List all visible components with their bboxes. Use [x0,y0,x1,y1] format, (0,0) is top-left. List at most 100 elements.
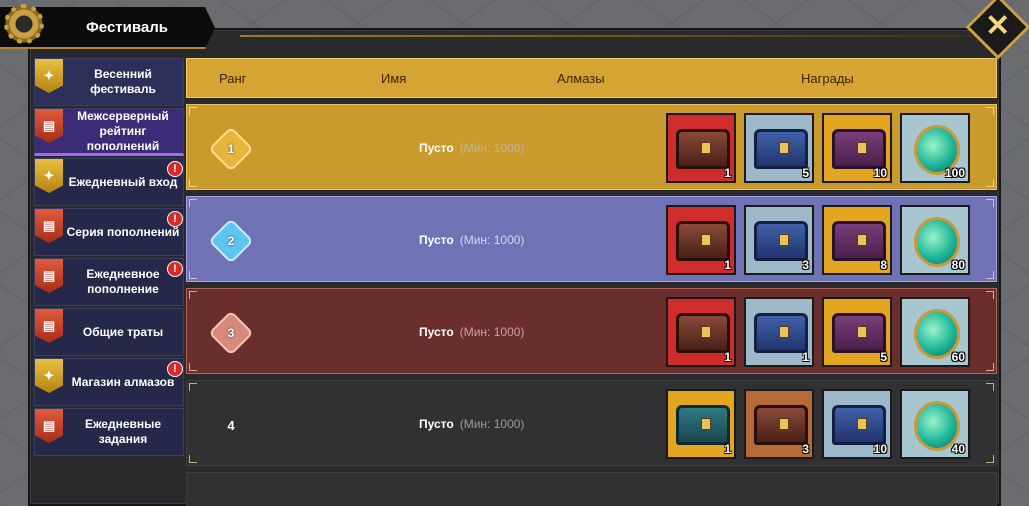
sidebar-item[interactable]: ▤ Межсерверный рейтинг пополнений [34,108,184,156]
sidebar-item[interactable]: ▤ Ежедневное пополнение! [34,258,184,306]
reward-quantity: 5 [880,350,887,364]
sidebar-item[interactable]: ▤ Ежедневные задания [34,408,184,456]
reward-quantity: 1 [802,350,809,364]
sidebar-item[interactable]: ✦ Весенний фестиваль [34,58,184,106]
reward-item[interactable]: 1 [744,297,814,367]
sidebar-item-label: Общие траты [82,324,164,339]
reward-item[interactable]: 5 [822,297,892,367]
table-row-partial [186,472,997,506]
row-corner-ornament [189,179,197,187]
row-corner-ornament [189,291,197,299]
gear-icon [0,0,48,48]
notification-badge: ! [167,361,183,377]
notification-badge: ! [167,261,183,277]
rank-number: 2 [227,234,235,248]
chest-icon [676,313,730,353]
rank-cell: 3 [208,310,254,356]
rewards-list: 1 3 10 40 [666,389,970,459]
chest-icon [754,405,808,445]
reward-item[interactable]: 3 [744,205,814,275]
reward-item[interactable]: 5 [744,113,814,183]
sidebar-item-label: Ежедневный вход [68,174,178,189]
reward-item[interactable]: 1 [666,113,736,183]
rank-cell: 1 [208,126,254,172]
row-corner-ornament [986,107,994,115]
chest-icon [676,405,730,445]
row-corner-ornament [189,199,197,207]
chest-icon [832,129,886,169]
reward-item[interactable]: 1 [666,205,736,275]
notification-badge: ! [167,211,183,227]
reward-quantity: 10 [873,166,887,180]
reward-item[interactable]: 8 [822,205,892,275]
sidebar-item[interactable]: ▤ Серия пополнений! [34,208,184,256]
row-corner-ornament [189,455,197,463]
player-name: Пусто [419,417,454,431]
reward-item[interactable]: 10 [822,113,892,183]
notification-badge: ! [167,161,183,177]
rank-cell: 2 [208,218,254,264]
min-requirement: (Мин: 1000) [459,141,525,155]
player-name: Пусто [419,233,454,247]
row-corner-ornament [189,271,197,279]
chest-icon [676,129,730,169]
event-icon: ✦ [35,159,63,193]
reward-item[interactable]: 10 [822,389,892,459]
row-corner-ornament [986,291,994,299]
reward-item[interactable]: 40 [900,389,970,459]
reward-quantity: 80 [951,258,965,272]
min-requirement: (Мин: 1000) [459,325,525,339]
event-icon: ▤ [35,309,63,343]
ranking-table: Ранг Имя Алмазы Награды 1 Пусто (Мин: 1000… [186,58,997,506]
col-diamonds: Алмазы [557,71,605,86]
col-rewards: Награды [801,71,854,86]
col-rank: Ранг [219,71,247,86]
sidebar-item-label: Ежедневное пополнение [86,267,160,296]
rank-number: 3 [227,326,235,340]
chest-icon [832,313,886,353]
chest-icon [832,405,886,445]
chest-icon [676,221,730,261]
row-corner-ornament [189,107,197,115]
row-corner-ornament [986,383,994,391]
reward-item[interactable]: 1 [666,389,736,459]
table-header: Ранг Имя Алмазы Награды [186,58,997,98]
reward-quantity: 5 [802,166,809,180]
rank-number: 1 [227,142,235,156]
reward-quantity: 40 [951,442,965,456]
player-name-cell: Пусто (Мин: 1000) [419,417,524,431]
reward-item[interactable]: 60 [900,297,970,367]
reward-quantity: 3 [802,258,809,272]
row-corner-ornament [986,179,994,187]
event-icon: ✦ [35,59,63,93]
row-corner-ornament [986,271,994,279]
title-divider [240,35,1000,37]
sidebar-item[interactable]: ✦ Магазин алмазов! [34,358,184,406]
event-icon: ✦ [35,359,63,393]
sidebar-item[interactable]: ✦ Ежедневный вход! [34,158,184,206]
min-requirement: (Мин: 1000) [459,417,525,431]
sidebar-item-label: Межсерверный рейтинг пополнений [77,108,169,153]
reward-quantity: 1 [724,350,731,364]
sidebar-item-label: Весенний фестиваль [90,67,156,96]
min-requirement: (Мин: 1000) [459,233,525,247]
player-name-cell: Пусто (Мин: 1000) [419,233,524,247]
reward-quantity: 1 [724,166,731,180]
table-row: 3 Пусто (Мин: 1000) 1 1 5 60 [186,288,997,374]
table-row: 2 Пусто (Мин: 1000) 1 3 8 80 [186,196,997,282]
reward-item[interactable]: 3 [744,389,814,459]
reward-item[interactable]: 1 [666,297,736,367]
player-name-cell: Пусто (Мин: 1000) [419,141,524,155]
window-title: Фестиваль [86,19,168,36]
row-corner-ornament [189,383,197,391]
reward-item[interactable]: 100 [900,113,970,183]
event-icon: ▤ [35,259,63,293]
right-hud [993,70,1029,180]
reward-item[interactable]: 80 [900,205,970,275]
chest-icon [754,221,808,261]
rewards-list: 1 3 8 80 [666,205,970,275]
sidebar-item[interactable]: ▤ Общие траты [34,308,184,356]
event-icon: ▤ [35,109,63,143]
table-row: 1 Пусто (Мин: 1000) 1 5 10 100 [186,104,997,190]
player-name: Пусто [419,325,454,339]
